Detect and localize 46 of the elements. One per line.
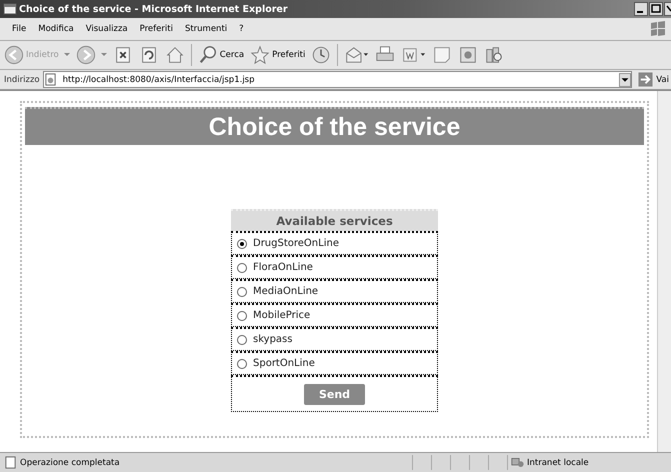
browser-icon	[3, 2, 17, 16]
address-label: Indirizzo	[4, 74, 40, 84]
go-button[interactable]: Vai	[632, 72, 671, 87]
radio-button[interactable]	[237, 334, 247, 344]
search-icon	[198, 45, 218, 65]
page-heading: Choice of the service	[25, 107, 644, 145]
status-text: Operazione completata	[0, 456, 412, 469]
service-option[interactable]: MediaOnLine	[231, 279, 438, 303]
table-header: Available services	[231, 209, 438, 231]
note-button[interactable]	[432, 45, 452, 65]
menu-item[interactable]: File	[6, 24, 32, 34]
radio-button[interactable]	[237, 310, 247, 320]
radio-button[interactable]	[237, 262, 247, 272]
menu-item[interactable]: Modifica	[32, 24, 80, 34]
menu-item[interactable]: Visualizza	[80, 24, 134, 34]
menu-item[interactable]: Preferiti	[134, 24, 179, 34]
service-option[interactable]: FloraOnLine	[231, 255, 438, 279]
zone-indicator: Intranet locale	[507, 455, 671, 470]
radio-button[interactable]	[237, 286, 247, 296]
send-button[interactable]: Send	[304, 384, 365, 404]
dropdown-icon[interactable]	[619, 72, 632, 86]
service-option[interactable]: MobilePrice	[231, 303, 438, 327]
minimize-icon[interactable]	[634, 2, 648, 16]
search-button[interactable]: Cerca	[198, 45, 244, 65]
mail-button[interactable]	[344, 45, 370, 65]
menu-item[interactable]: Strumenti	[178, 24, 234, 34]
window-title: Choice of the service - Microsoft Internet Explorer	[19, 4, 288, 14]
history-button[interactable]	[311, 45, 332, 65]
arrow-icon	[638, 72, 654, 87]
tool2-button[interactable]	[484, 45, 504, 65]
radio-button[interactable]	[237, 358, 247, 368]
tool-button[interactable]	[458, 45, 478, 65]
home-button[interactable]	[164, 45, 185, 65]
favorites-button[interactable]: Preferiti	[250, 45, 306, 65]
star-icon	[250, 45, 270, 65]
service-option[interactable]: SportOnLine	[231, 351, 438, 375]
network-icon	[511, 456, 524, 469]
menu-item[interactable]: ?	[233, 24, 250, 34]
scrollbar[interactable]	[657, 91, 671, 452]
service-option[interactable]: DrugStoreOnLine	[231, 231, 438, 255]
radio-button[interactable]	[237, 238, 247, 248]
close-icon[interactable]	[664, 2, 671, 16]
address-field[interactable]: http://localhost:8080/axis/Interfaccia/jsp1.jsp	[42, 71, 632, 88]
page-icon	[4, 456, 17, 469]
service-option[interactable]: skypass	[231, 327, 438, 351]
page-icon	[44, 73, 57, 86]
